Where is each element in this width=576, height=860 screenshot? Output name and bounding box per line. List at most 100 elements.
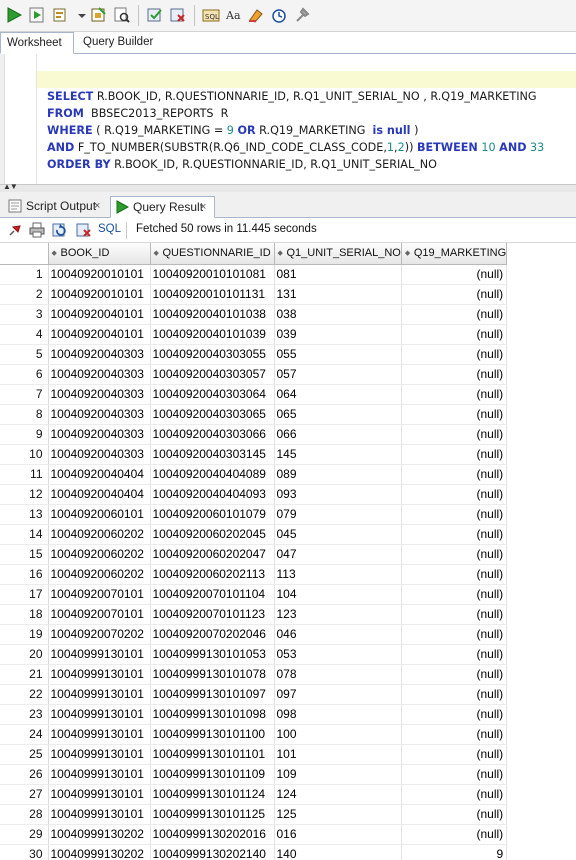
table-row[interactable]: 4 10040920040101 10040920040101039 039 (null… [0, 324, 508, 345]
table-row[interactable]: 30 10040999130202 10040999130202140 140 9 [0, 844, 508, 860]
sql-tuning-icon[interactable] [113, 6, 131, 24]
cell-book-id[interactable]: 10040920040303 [48, 404, 151, 425]
cell-questionnarie-id[interactable]: 10040920070202046 [150, 624, 275, 645]
cell-book-id[interactable]: 10040920040303 [48, 424, 151, 445]
cell-q1-unit-serial-no[interactable]: 057 [274, 364, 402, 385]
cell-questionnarie-id[interactable]: 10040999130202140 [150, 844, 275, 860]
cell-book-id[interactable]: 10040920070101 [48, 584, 151, 605]
cell-questionnarie-id[interactable]: 10040999130101101 [150, 744, 275, 765]
table-row[interactable]: 27 10040999130101 10040999130101124 124 (nul… [0, 784, 508, 805]
cell-q19-marketing[interactable]: (null) [401, 824, 508, 845]
cell-q19-marketing[interactable]: (null) [401, 404, 508, 425]
cell-q1-unit-serial-no[interactable]: 100 [274, 724, 402, 745]
cell-book-id[interactable]: 10040999130101 [48, 764, 151, 785]
cell-q19-marketing[interactable]: (null) [401, 264, 508, 285]
cell-questionnarie-id[interactable]: 10040920010101131 [150, 284, 275, 305]
cell-q19-marketing[interactable]: (null) [401, 604, 508, 625]
cell-q19-marketing[interactable]: (null) [401, 424, 508, 445]
table-row[interactable]: 26 10040999130101 10040999130101109 109 (nul… [0, 764, 508, 785]
cell-q1-unit-serial-no[interactable]: 065 [274, 404, 402, 425]
cell-q1-unit-serial-no[interactable]: 047 [274, 544, 402, 565]
table-row[interactable]: 9 10040920040303 10040920040303066 066 (null… [0, 424, 508, 445]
cell-q1-unit-serial-no[interactable]: 039 [274, 324, 402, 345]
cell-questionnarie-id[interactable]: 10040999130101097 [150, 684, 275, 705]
cell-questionnarie-id[interactable]: 10040920040404093 [150, 484, 275, 505]
sql-line[interactable]: ORDER BY R.BOOK_ID, R.QUESTIONNARIE_ID, … [47, 156, 437, 173]
table-row[interactable]: 13 10040920060101 10040920060101079 079 (nul… [0, 504, 508, 525]
column-header-book-id[interactable]: ◆ BOOK_ID [47, 243, 151, 265]
close-icon[interactable]: × [94, 196, 100, 216]
table-row[interactable]: 29 10040999130202 10040999130202016 016 (nul… [0, 824, 508, 845]
column-header-q19-marketing[interactable]: ◆ Q19_MARKETING [400, 243, 508, 265]
cell-questionnarie-id[interactable]: 10040999130101109 [150, 764, 275, 785]
cell-questionnarie-id[interactable]: 10040920040101038 [150, 304, 275, 325]
table-row[interactable]: 8 10040920040303 10040920040303065 065 (null… [0, 404, 508, 425]
dropdown-arrow-icon[interactable] [73, 6, 86, 24]
cell-q1-unit-serial-no[interactable]: 125 [274, 804, 402, 825]
cell-questionnarie-id[interactable]: 10040920040303057 [150, 364, 275, 385]
table-row[interactable]: 14 10040920060202 10040920060202045 045 (nul… [0, 524, 508, 545]
table-row[interactable]: 10 10040920040303 10040920040303145 145 (nul… [0, 444, 508, 465]
cell-q1-unit-serial-no[interactable]: 124 [274, 784, 402, 805]
cell-q19-marketing[interactable]: (null) [401, 784, 508, 805]
cell-q19-marketing[interactable]: (null) [401, 284, 508, 305]
cell-book-id[interactable]: 10040920070101 [48, 604, 151, 625]
cell-book-id[interactable]: 10040999130101 [48, 784, 151, 805]
tab-worksheet[interactable]: Worksheet [0, 32, 74, 54]
cell-book-id[interactable]: 10040920070202 [48, 624, 151, 645]
table-row[interactable]: 15 10040920060202 10040920060202047 047 (nul… [0, 544, 508, 565]
table-row[interactable]: 12 10040920040404 10040920040404093 093 (nul… [0, 484, 508, 505]
cell-q1-unit-serial-no[interactable]: 145 [274, 444, 402, 465]
cell-q1-unit-serial-no[interactable]: 109 [274, 764, 402, 785]
sql-editor[interactable]: SELECT R.BOOK_ID, R.QUESTIONNARIE_ID, R.… [0, 54, 576, 184]
cell-q19-marketing[interactable]: (null) [401, 804, 508, 825]
sql-line[interactable]: WHERE ( R.Q19_MARKETING = 9 OR R.Q19_MAR… [47, 122, 418, 139]
format-icon[interactable] [293, 6, 311, 24]
table-row[interactable]: 1 10040920010101 10040920010101081 081 (null… [0, 264, 508, 285]
cell-book-id[interactable]: 10040920040303 [48, 344, 151, 365]
refresh-icon[interactable] [52, 222, 68, 238]
cell-q1-unit-serial-no[interactable]: 046 [274, 624, 402, 645]
sql-link[interactable]: SQL [98, 223, 121, 235]
splitter-arrows-icon[interactable]: ▲▼ [3, 183, 18, 191]
cell-q19-marketing[interactable]: (null) [401, 464, 508, 485]
column-header-questionnarie-id[interactable]: ◆ QUESTIONNARIE_ID [149, 243, 275, 265]
cell-q19-marketing[interactable]: (null) [401, 344, 508, 365]
to-upper-lower-icon[interactable]: Aa [225, 6, 243, 24]
cell-questionnarie-id[interactable]: 10040999130101100 [150, 724, 275, 745]
cell-book-id[interactable]: 10040999130101 [48, 664, 151, 685]
cell-book-id[interactable]: 10040999130101 [48, 644, 151, 665]
cell-q19-marketing[interactable]: (null) [401, 524, 508, 545]
cell-q19-marketing[interactable]: (null) [401, 764, 508, 785]
cell-book-id[interactable]: 10040920040404 [48, 464, 151, 485]
cell-questionnarie-id[interactable]: 10040920040303055 [150, 344, 275, 365]
cell-q1-unit-serial-no[interactable]: 038 [274, 304, 402, 325]
table-row[interactable]: 3 10040920040101 10040920040101038 038 (null… [0, 304, 508, 325]
cell-book-id[interactable]: 10040920040404 [48, 484, 151, 505]
cell-book-id[interactable]: 10040999130101 [48, 744, 151, 765]
autotrace-icon[interactable] [90, 6, 108, 24]
cell-book-id[interactable]: 10040999130101 [48, 724, 151, 745]
cell-q19-marketing[interactable]: (null) [401, 324, 508, 345]
tab-script-output[interactable]: Script Output × [4, 196, 108, 218]
cell-questionnarie-id[interactable]: 10040920040303065 [150, 404, 275, 425]
table-row[interactable]: 23 10040999130101 10040999130101098 098 (nul… [0, 704, 508, 725]
cell-questionnarie-id[interactable]: 10040999130101053 [150, 644, 275, 665]
cell-book-id[interactable]: 10040920040303 [48, 364, 151, 385]
cell-questionnarie-id[interactable]: 10040920040303066 [150, 424, 275, 445]
cell-q19-marketing[interactable]: (null) [401, 484, 508, 505]
table-row[interactable]: 7 10040920040303 10040920040303064 064 (null… [0, 384, 508, 405]
unshared-sql-icon[interactable]: SQL [202, 6, 220, 24]
cell-book-id[interactable]: 10040920010101 [48, 284, 151, 305]
cell-q1-unit-serial-no[interactable]: 140 [274, 844, 402, 860]
cell-q19-marketing[interactable]: (null) [401, 684, 508, 705]
cell-q1-unit-serial-no[interactable]: 064 [274, 384, 402, 405]
cell-q19-marketing[interactable]: (null) [401, 744, 508, 765]
cell-book-id[interactable]: 10040999130101 [48, 704, 151, 725]
pane-splitter[interactable]: ▲▼ [0, 183, 576, 192]
tab-query-result[interactable]: Query Result × [110, 196, 215, 218]
cell-questionnarie-id[interactable]: 10040920040303064 [150, 384, 275, 405]
cell-questionnarie-id[interactable]: 10040920060202113 [150, 564, 275, 585]
table-row[interactable]: 21 10040999130101 10040999130101078 078 (nul… [0, 664, 508, 685]
table-row[interactable]: 6 10040920040303 10040920040303057 057 (null… [0, 364, 508, 385]
